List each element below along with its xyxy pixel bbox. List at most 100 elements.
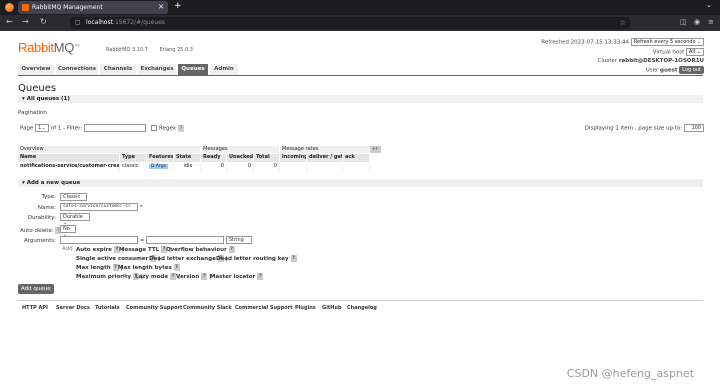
arg-master-locator[interactable]: Master locator ? <box>210 273 264 280</box>
forward-icon[interactable]: → <box>22 17 29 26</box>
queue-name-link[interactable]: notifications-service/customer-created <box>18 163 120 172</box>
page-info-icon[interactable]: ▢ <box>75 17 81 29</box>
tab-queues[interactable]: Queues <box>178 64 208 75</box>
autodelete-label: Auto delete: <box>20 228 54 234</box>
argument-value-input[interactable] <box>146 236 225 244</box>
col-deliver-get[interactable]: deliver / get <box>307 154 343 162</box>
footer-link-tutorials[interactable]: Tutorials <box>95 305 120 311</box>
arg-lazy-mode[interactable]: Lazy mode ? | <box>135 273 180 280</box>
page-title: Queues <box>18 83 57 94</box>
refresh-select[interactable]: Refresh every 5 seconds ⌄ <box>630 38 704 46</box>
help-icon: ? <box>201 273 208 280</box>
footer-link-community-support[interactable]: Community Support <box>126 305 182 311</box>
add-queue-button[interactable]: Add queue <box>18 284 54 294</box>
footer-link-plugins[interactable]: Plugins <box>295 305 316 311</box>
logout-button[interactable]: Log out <box>679 66 704 74</box>
browser-navbar: ← → ↻ ▢ localhost:15672/#/queues ☆ ◫ ◉ ≡ <box>0 15 720 31</box>
queue-type: classic <box>120 163 147 172</box>
col-ready[interactable]: Ready <box>201 154 227 162</box>
close-tab-icon[interactable]: ✕ <box>158 1 164 14</box>
col-name[interactable]: Name <box>18 154 120 162</box>
address-bar[interactable]: ▢ localhost:15672/#/queues ☆ <box>70 17 630 29</box>
page-select[interactable]: 1⌄ <box>35 124 50 132</box>
pocket-icon[interactable]: ◫ <box>680 18 687 26</box>
queue-state: idle <box>174 163 201 172</box>
rabbitmq-version: RabbitMQ 3.10.7 <box>106 47 148 53</box>
arg-single-active-consumer[interactable]: Single active consumer ? | <box>76 255 160 262</box>
footer-link-commercial-support[interactable]: Commercial Support <box>235 305 293 311</box>
tab-connections[interactable]: Connections <box>56 64 98 75</box>
col-incoming[interactable]: incoming <box>280 154 307 162</box>
arg-maximum-priority[interactable]: Maximum priority ? | <box>76 273 143 280</box>
list-tabs-icon[interactable]: ⌄ <box>706 1 712 9</box>
col-total[interactable]: Total <box>254 154 280 162</box>
argument-type-select[interactable]: String ⌄ <box>225 236 252 249</box>
footer-link-github[interactable]: GitHub <box>322 305 342 311</box>
table-row[interactable]: notifications-service/customer-created c… <box>18 163 370 172</box>
col-type[interactable]: Type <box>120 154 147 162</box>
browser-tab[interactable]: RabbitMQ Management ✕ <box>18 1 168 14</box>
arg-version[interactable]: Version ? | <box>176 273 211 280</box>
argument-key-input[interactable] <box>60 236 138 244</box>
new-tab-icon[interactable]: + <box>174 1 182 11</box>
col-unacked[interactable]: Unacked <box>227 154 254 162</box>
table-header-row: Name Type Features State Ready Unacked T… <box>18 154 370 162</box>
arg-auto-expire[interactable]: Auto expire ? | <box>76 246 124 253</box>
erlang-version: Erlang 25.0.3 <box>159 47 193 53</box>
page-label: Page <box>20 125 34 132</box>
rabbitmq-logo[interactable]: RabbitMQTM <box>18 40 80 55</box>
reload-icon[interactable]: ↻ <box>40 17 47 26</box>
tab-overview[interactable]: Overview <box>18 64 54 75</box>
regex-help-icon[interactable]: ? <box>177 124 184 132</box>
queue-incoming <box>280 163 307 172</box>
url-host: localhost <box>86 19 113 26</box>
add-args-label: Add <box>62 246 73 252</box>
required-star: * <box>139 204 143 211</box>
all-queues-label: All queues (1) <box>26 96 70 102</box>
bookmark-star-icon[interactable]: ☆ <box>620 17 626 29</box>
tab-divider <box>18 75 703 76</box>
arg-message-ttl[interactable]: Message TTL ? | <box>119 246 171 253</box>
logo-tm: TM <box>74 42 80 48</box>
firefox-logo-icon[interactable] <box>5 3 14 12</box>
back-icon[interactable]: ← <box>6 17 13 26</box>
arg-max-length[interactable]: Max length ? | <box>76 264 123 271</box>
arguments-row: = String ⌄ <box>60 236 252 249</box>
refresh-row: Refreshed 2023-07-15 13:33:44 Refresh ev… <box>541 38 704 46</box>
type-select[interactable]: Classic ⌄ <box>60 193 87 206</box>
arg-max-length-bytes[interactable]: Max length bytes ? <box>118 264 180 271</box>
name-input[interactable]: sales-service/customer-cr <box>60 203 138 211</box>
autodelete-select[interactable]: No ⌄ <box>60 225 76 238</box>
col-ack[interactable]: ack <box>343 154 370 162</box>
filter-input[interactable] <box>84 124 147 132</box>
footer-link-community-slack[interactable]: Community Slack <box>183 305 232 311</box>
display-text: Displaying 1 item , page size up to: <box>584 125 683 132</box>
vhost-select[interactable]: All ⌄ <box>686 48 704 56</box>
queue-features: D Args <box>147 163 174 172</box>
durability-label: Durability: <box>27 215 56 221</box>
all-queues-toggle[interactable]: ▾ All queues (1) <box>18 95 703 103</box>
footer-link-http-api[interactable]: HTTP API <box>22 305 48 311</box>
vhost-label: Virtual host <box>652 49 685 56</box>
col-features[interactable]: Features <box>147 154 174 162</box>
arg-overflow-behaviour[interactable]: Overflow behaviour ? <box>166 246 235 253</box>
page-size-input[interactable]: 100 <box>684 124 704 132</box>
footer-link-changelog[interactable]: Changelog <box>347 305 377 311</box>
queue-total: 0 <box>254 163 280 172</box>
footer-link-server-docs[interactable]: Server Docs <box>56 305 90 311</box>
arg-dead-letter-routing-key[interactable]: Dead letter routing key ? <box>216 255 297 262</box>
help-icon: ? <box>228 246 235 253</box>
menu-icon[interactable]: ≡ <box>708 18 714 26</box>
tab-admin[interactable]: Admin <box>210 64 238 75</box>
columns-toggle-button[interactable]: +/- <box>370 146 381 153</box>
page-size-row: Displaying 1 item , page size up to: 100 <box>585 124 704 132</box>
add-queue-toggle[interactable]: ▾ Add a new queue <box>18 179 703 187</box>
col-state[interactable]: State <box>174 154 201 162</box>
tab-exchanges[interactable]: Exchanges <box>138 64 176 75</box>
durability-select[interactable]: Durable ⌄ <box>60 213 90 226</box>
version-info: RabbitMQ 3.10.7 Erlang 25.0.3 <box>106 47 203 53</box>
tab-channels[interactable]: Channels <box>100 64 136 75</box>
account-icon[interactable]: ◉ <box>694 18 700 26</box>
regex-checkbox[interactable] <box>151 125 158 131</box>
features-badge[interactable]: D Args <box>149 164 168 169</box>
